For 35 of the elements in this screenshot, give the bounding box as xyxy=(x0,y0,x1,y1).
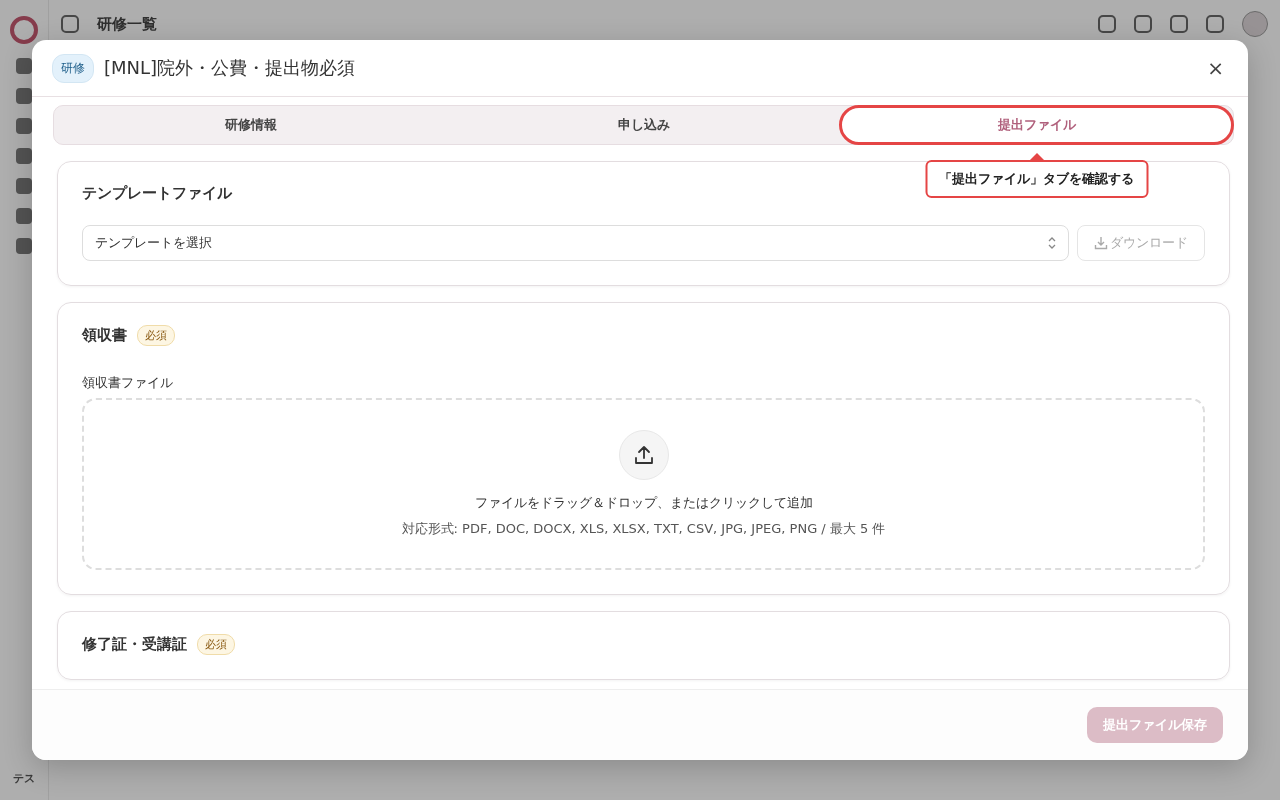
section-title: 領収書 xyxy=(82,326,127,345)
tab[interactable]: 申し込み xyxy=(447,106,840,144)
format-hint: 対応形式: PDF, DOC, DOCX, XLS, XLSX, TXT, CSV, JPG, JPEG, PNG / 最大 5 件 xyxy=(401,520,886,538)
sidebar-icon[interactable] xyxy=(16,178,32,194)
dialog-title: [MNL]院外・公費・提出物必須 xyxy=(104,56,356,80)
callout-tooltip: 「提出ファイル」タブを確認する xyxy=(925,160,1148,198)
avatar[interactable] xyxy=(1242,11,1268,37)
sidebar-icon[interactable] xyxy=(16,58,32,74)
sidebar-icon[interactable] xyxy=(16,208,32,224)
sidebar-icon[interactable] xyxy=(16,118,32,134)
field-label: 領収書ファイル xyxy=(82,374,174,392)
template-select[interactable]: テンプレートを選択 xyxy=(82,225,1069,261)
file-drop-zone[interactable]: ファイルをドラッグ＆ドロップ、またはクリックして追加 対応形式: PDF, DOC, DOCX, XLS, XLSX, TXT, CSV, JPG, JPEG, PNG / 最大 5 件 xyxy=(82,398,1205,570)
toolbar-icon[interactable] xyxy=(1170,15,1188,33)
toolbar-icon[interactable] xyxy=(1134,15,1152,33)
toolbar-icon[interactable] xyxy=(1206,15,1224,33)
sidebar-toggle-icon[interactable] xyxy=(61,15,79,33)
sidebar-icon[interactable] xyxy=(16,238,32,254)
sidebar-icon[interactable] xyxy=(16,88,32,104)
section-title: 修了証・受講証 xyxy=(82,635,187,654)
required-badge: 必須 xyxy=(137,325,175,346)
chevron-icon xyxy=(1048,237,1056,249)
upload-icon xyxy=(618,430,669,480)
close-button[interactable]: × xyxy=(1203,56,1228,80)
toolbar-icon[interactable] xyxy=(1098,15,1116,33)
category-badge: 研修 xyxy=(52,53,94,83)
sidebar-icon[interactable] xyxy=(16,148,32,164)
page-title: 研修一覧 xyxy=(97,14,157,34)
section-title: テンプレートファイル xyxy=(82,184,233,203)
download-icon xyxy=(1094,236,1108,250)
user-label: テス xyxy=(13,771,35,786)
tab[interactable]: 研修情報 xyxy=(54,106,447,144)
drop-instruction: ファイルをドラッグ＆ドロップ、またはクリックして追加 xyxy=(474,494,813,512)
required-badge: 必須 xyxy=(197,634,235,655)
tab[interactable]: 提出ファイル xyxy=(840,106,1233,144)
